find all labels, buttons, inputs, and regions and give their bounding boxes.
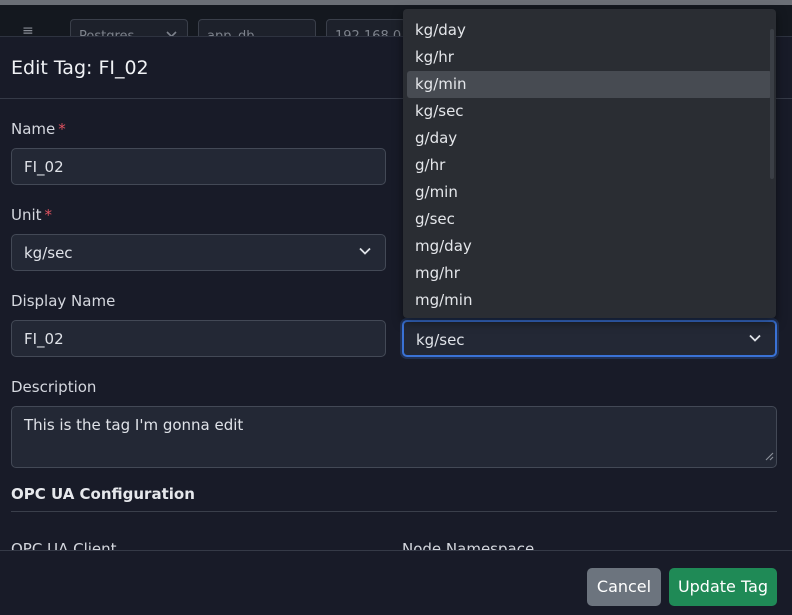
- unit-label: Unit *: [11, 206, 52, 224]
- section-divider: [11, 511, 777, 512]
- unit-label-text: Unit: [11, 206, 42, 224]
- dropdown-option-highlighted[interactable]: kg/min: [407, 71, 772, 98]
- dropdown-option[interactable]: kg/sec: [407, 98, 772, 125]
- description-value: This is the tag I'm gonna edit: [24, 416, 244, 434]
- dropdown-scrollbar[interactable]: [770, 29, 774, 179]
- required-marker: *: [44, 206, 53, 224]
- dropdown-option[interactable]: g/sec: [407, 206, 772, 233]
- dropdown-option[interactable]: kg/day: [407, 17, 772, 44]
- unit-dropdown-list[interactable]: kg/day kg/hr kg/min kg/sec g/day g/hr g/…: [403, 9, 776, 318]
- name-label: Name *: [11, 120, 66, 138]
- dropdown-option[interactable]: mg/day: [407, 233, 772, 260]
- dropdown-option[interactable]: g/day: [407, 125, 772, 152]
- description-label: Description: [11, 378, 97, 396]
- name-input[interactable]: FI_02: [11, 148, 386, 185]
- unit-select-value: kg/sec: [24, 244, 73, 262]
- name-label-text: Name: [11, 120, 56, 138]
- display-name-value: FI_02: [24, 330, 64, 348]
- modal-footer: Cancel Update Tag: [0, 550, 792, 615]
- update-tag-button[interactable]: Update Tag: [669, 568, 777, 606]
- modal-title: Edit Tag: FI_02: [11, 57, 149, 79]
- display-name-input[interactable]: FI_02: [11, 320, 386, 357]
- display-name-label: Display Name: [11, 292, 116, 310]
- display-unit-value: kg/sec: [416, 331, 465, 349]
- description-textarea[interactable]: This is the tag I'm gonna edit: [11, 406, 777, 468]
- name-input-value: FI_02: [24, 158, 64, 176]
- dropdown-option[interactable]: mg/min: [407, 287, 772, 314]
- opc-section-title: OPC UA Configuration: [11, 485, 195, 503]
- dropdown-option[interactable]: kg/hr: [407, 44, 772, 71]
- dropdown-option[interactable]: mg/hr: [407, 260, 772, 287]
- resize-handle-icon[interactable]: [765, 447, 774, 465]
- dropdown-option[interactable]: g/hr: [407, 152, 772, 179]
- required-marker: *: [58, 120, 66, 138]
- display-unit-select[interactable]: kg/sec: [402, 320, 777, 357]
- chevron-down-icon: [359, 247, 371, 255]
- dropdown-option[interactable]: g/min: [407, 179, 772, 206]
- chevron-down-icon: [749, 334, 761, 342]
- cancel-button[interactable]: Cancel: [587, 568, 661, 606]
- unit-select[interactable]: kg/sec: [11, 234, 386, 271]
